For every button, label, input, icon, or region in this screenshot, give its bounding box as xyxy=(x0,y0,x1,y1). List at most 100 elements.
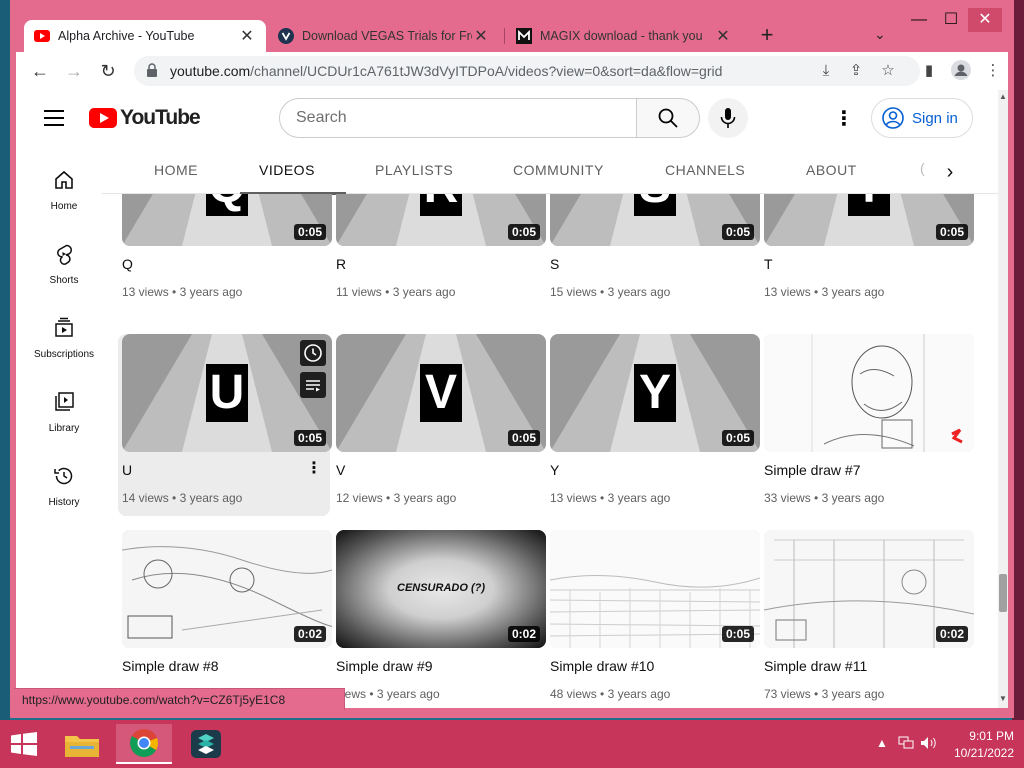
video-card[interactable]: Simple draw #7 33 views • 3 years ago xyxy=(760,334,974,514)
video-title[interactable]: T xyxy=(764,256,773,272)
video-thumbnail[interactable]: V 0:05 xyxy=(336,334,546,452)
network-icon[interactable] xyxy=(898,736,914,753)
sign-in-button[interactable]: Sign in xyxy=(871,98,973,138)
new-tab-button[interactable]: + xyxy=(755,22,779,48)
page-scrollbar[interactable]: ▲ ▼ xyxy=(998,90,1008,708)
video-card[interactable]: 0:02 Simple draw #8 xyxy=(118,530,332,708)
video-card[interactable]: Y 0:05 Y 13 views • 3 years ago xyxy=(546,334,760,514)
video-card[interactable]: Q 0:05 Q 13 views • 3 years ago xyxy=(118,194,332,308)
video-title[interactable]: Simple draw #11 xyxy=(764,658,867,674)
bookmark-star-icon[interactable]: ☆ xyxy=(878,61,898,81)
tab-vegas[interactable]: Download VEGAS Trials for Free ✕ xyxy=(268,20,500,52)
volume-icon[interactable] xyxy=(920,736,938,753)
tab-playlists[interactable]: PLAYLISTS xyxy=(375,162,453,178)
minimize-button[interactable]: — xyxy=(902,8,936,32)
search-input[interactable] xyxy=(296,109,596,127)
reload-icon[interactable]: ↻ xyxy=(96,59,120,83)
tab-close-icon[interactable]: ✕ xyxy=(714,26,732,46)
tab-home[interactable]: HOME xyxy=(154,162,198,178)
video-thumbnail[interactable] xyxy=(764,334,974,452)
video-title[interactable]: Simple draw #10 xyxy=(550,658,654,674)
windows-start-icon[interactable] xyxy=(10,732,38,756)
tab-magix[interactable]: MAGIX download - thank you ✕ xyxy=(506,20,742,52)
tab-separator xyxy=(504,28,505,44)
tab-youtube[interactable]: Alpha Archive - YouTube ✕ xyxy=(24,20,266,52)
video-thumbnail[interactable]: CENSURADO (?) 0:02 xyxy=(336,530,546,648)
rail-item-shorts[interactable]: Shorts xyxy=(24,242,104,286)
scroll-down-arrow-icon[interactable]: ▼ xyxy=(999,694,1007,703)
video-card[interactable]: S 0:05 S 15 views • 3 years ago xyxy=(546,194,760,308)
chevron-right-icon[interactable]: › xyxy=(938,160,962,184)
tab-close-icon[interactable]: ✕ xyxy=(472,26,490,46)
video-card[interactable]: 0:02 Simple draw #11 73 views • 3 years … xyxy=(760,530,974,708)
video-thumbnail[interactable]: 0:02 xyxy=(122,530,332,648)
video-title[interactable]: Simple draw #8 xyxy=(122,658,219,674)
view-count: 13 views xyxy=(764,285,811,299)
video-card[interactable]: 0:05 Simple draw #10 48 views • 3 years … xyxy=(546,530,760,708)
tab-close-icon[interactable]: ✕ xyxy=(238,26,256,46)
video-title[interactable]: U xyxy=(122,462,132,478)
side-panel-icon[interactable]: ▮ xyxy=(918,60,940,82)
settings-menu-icon[interactable]: ⋮ xyxy=(834,106,854,130)
scrollbar-thumb[interactable] xyxy=(999,574,1007,612)
video-card[interactable]: T 0:05 T 13 views • 3 years ago xyxy=(760,194,974,308)
video-title[interactable]: V xyxy=(336,462,345,478)
tab-videos[interactable]: VIDEOS xyxy=(259,162,315,178)
video-title[interactable]: Q xyxy=(122,256,133,272)
duration-badge: 0:05 xyxy=(293,430,326,446)
video-thumbnail[interactable]: U 0:05 xyxy=(122,334,332,452)
tab-channels[interactable]: CHANNELS xyxy=(665,162,745,178)
video-thumbnail[interactable]: S 0:05 xyxy=(550,194,760,246)
scroll-up-arrow-icon[interactable]: ▲ xyxy=(999,92,1007,101)
tab-search-chevron-icon[interactable]: ⌄ xyxy=(874,26,886,43)
watch-later-button[interactable] xyxy=(300,340,326,366)
close-window-button[interactable]: ✕ xyxy=(968,8,1002,32)
upload-age: 3 years ago xyxy=(821,285,885,299)
video-title[interactable]: Simple draw #7 xyxy=(764,462,861,478)
taskbar-file-explorer[interactable] xyxy=(54,724,110,764)
video-card[interactable]: V 0:05 V 12 views • 3 years ago xyxy=(332,334,546,514)
guide-menu-icon[interactable] xyxy=(44,110,64,126)
censored-label: CENSURADO (?) xyxy=(397,582,485,594)
view-count: 13 views xyxy=(122,285,169,299)
video-thumbnail[interactable]: R 0:05 xyxy=(336,194,546,246)
rail-item-subscriptions[interactable]: Subscriptions xyxy=(24,316,104,360)
video-thumbnail[interactable]: 0:02 xyxy=(764,530,974,648)
view-count: 73 views xyxy=(764,687,811,701)
system-clock[interactable]: 9:01 PM 10/21/2022 xyxy=(944,728,1014,762)
tab-about[interactable]: ABOUT xyxy=(806,162,857,178)
browser-menu-icon[interactable]: ⋮ xyxy=(982,60,1004,82)
rail-item-history[interactable]: History xyxy=(24,464,104,508)
video-thumbnail[interactable]: Y 0:05 xyxy=(550,334,760,452)
forward-arrow-icon[interactable]: → xyxy=(62,59,86,83)
profile-avatar-icon[interactable] xyxy=(950,60,972,82)
meta-dot: • xyxy=(814,687,819,701)
video-thumbnail[interactable]: 0:05 xyxy=(550,530,760,648)
taskbar-filmora[interactable] xyxy=(178,724,234,764)
tab-community[interactable]: COMMUNITY xyxy=(513,162,604,178)
voice-search-button[interactable] xyxy=(708,98,748,138)
rail-item-home[interactable]: Home xyxy=(24,168,104,212)
video-card[interactable]: CENSURADO (?) 0:02 Simple draw #9 views … xyxy=(332,530,546,708)
tray-overflow-icon[interactable]: ▲ xyxy=(876,736,888,750)
search-box[interactable] xyxy=(279,98,637,138)
address-bar[interactable]: youtube.com/channel/UCDUr1cA761tJW3dVyIT… xyxy=(134,56,920,86)
video-title[interactable]: R xyxy=(336,256,346,272)
search-button[interactable] xyxy=(636,98,700,138)
share-icon[interactable]: ⇪ xyxy=(846,61,866,81)
video-thumbnail[interactable]: T 0:05 xyxy=(764,194,974,246)
rail-item-library[interactable]: Library xyxy=(24,390,104,434)
video-thumbnail[interactable]: Q 0:05 xyxy=(122,194,332,246)
video-title[interactable]: S xyxy=(550,256,559,272)
video-card[interactable]: R 0:05 R 11 views • 3 years ago xyxy=(332,194,546,308)
youtube-logo[interactable]: YouTube xyxy=(89,106,201,130)
back-arrow-icon[interactable]: ← xyxy=(28,59,52,83)
video-title[interactable]: Simple draw #9 xyxy=(336,658,433,674)
install-app-icon[interactable]: ⤓ xyxy=(816,61,836,81)
video-action-menu-icon[interactable]: ⋮ xyxy=(306,458,322,478)
add-to-queue-button[interactable] xyxy=(300,372,326,398)
video-title[interactable]: Y xyxy=(550,462,559,478)
video-card-hovered[interactable]: U 0:05 U ⋮ 14 views • 3 years ago xyxy=(118,334,332,516)
maximize-button[interactable]: ☐ xyxy=(934,8,968,32)
taskbar-chrome[interactable] xyxy=(116,724,172,764)
